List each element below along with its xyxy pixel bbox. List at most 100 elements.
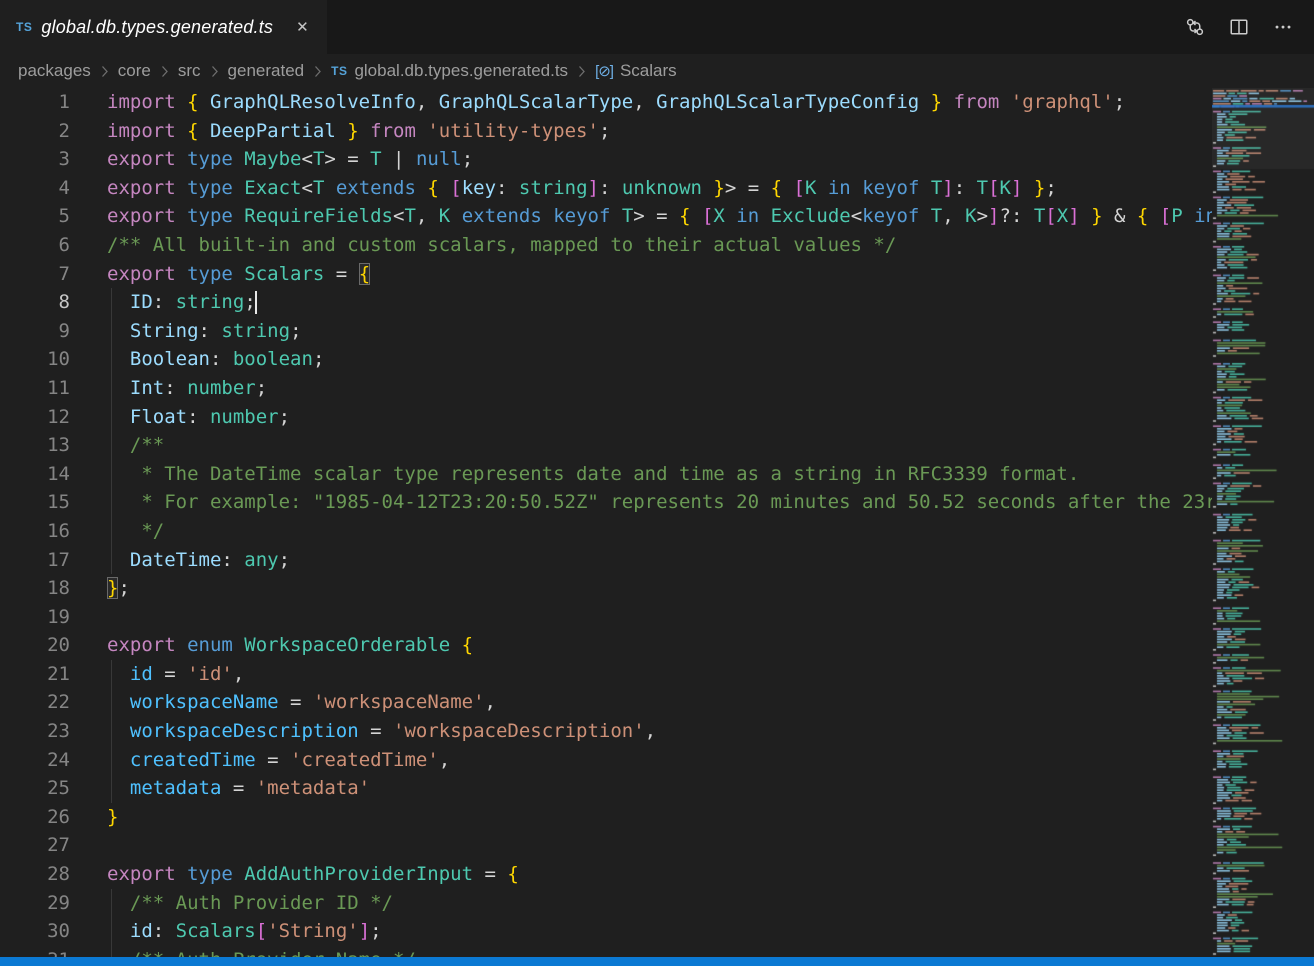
line-number[interactable]: 3 xyxy=(0,145,70,174)
tab-title: global.db.types.generated.ts xyxy=(41,17,273,38)
code-line[interactable] xyxy=(107,603,1212,632)
code-line[interactable]: import { GraphQLResolveInfo, GraphQLScal… xyxy=(107,88,1212,117)
breadcrumb-item-src[interactable]: src xyxy=(176,61,203,81)
code-line[interactable]: export type Scalars = { xyxy=(107,260,1212,289)
line-number[interactable]: 9 xyxy=(0,317,70,346)
code-line[interactable]: * For example: "1985-04-12T23:20:50.52Z"… xyxy=(107,488,1212,517)
editor-actions xyxy=(1180,0,1314,54)
code-line[interactable]: id = 'id', xyxy=(107,660,1212,689)
indent-guide xyxy=(111,460,112,489)
tab-global-db-types[interactable]: TS global.db.types.generated.ts ✕ xyxy=(0,0,327,54)
line-number[interactable]: 23 xyxy=(0,717,70,746)
line-number[interactable]: 26 xyxy=(0,803,70,832)
vscode-window: TS global.db.types.generated.ts ✕ xyxy=(0,0,1314,966)
typescript-file-icon: TS xyxy=(16,20,32,34)
line-number[interactable]: 24 xyxy=(0,746,70,775)
gutter: 1234567891011121314151617181920212223242… xyxy=(0,88,70,966)
line-number[interactable]: 29 xyxy=(0,889,70,918)
line-number[interactable]: 7 xyxy=(0,260,70,289)
code-line[interactable]: export type RequireFields<T, K extends k… xyxy=(107,202,1212,231)
breadcrumb-item-packages[interactable]: packages xyxy=(16,61,93,81)
breadcrumb-item-symbol[interactable]: [⊘] Scalars xyxy=(593,61,679,81)
close-tab-icon[interactable]: ✕ xyxy=(292,16,313,38)
indent-guide xyxy=(111,688,112,717)
line-number[interactable]: 21 xyxy=(0,660,70,689)
text-cursor xyxy=(255,291,257,314)
line-number[interactable]: 10 xyxy=(0,345,70,374)
line-number[interactable]: 22 xyxy=(0,688,70,717)
line-number[interactable]: 18 xyxy=(0,574,70,603)
code-line[interactable]: DateTime: any; xyxy=(107,546,1212,575)
minimap-canvas[interactable] xyxy=(1212,88,1314,957)
line-number[interactable]: 28 xyxy=(0,860,70,889)
code-line[interactable]: metadata = 'metadata' xyxy=(107,774,1212,803)
line-number[interactable]: 17 xyxy=(0,546,70,575)
line-number[interactable]: 8 xyxy=(0,288,70,317)
line-number[interactable]: 11 xyxy=(0,374,70,403)
code-editor[interactable]: 1234567891011121314151617181920212223242… xyxy=(0,88,1212,966)
code-line[interactable]: id: Scalars['String']; xyxy=(107,917,1212,946)
breadcrumb-item-core[interactable]: core xyxy=(116,61,153,81)
chevron-right-icon xyxy=(160,65,169,78)
chevron-right-icon xyxy=(577,65,586,78)
code-line[interactable]: Boolean: boolean; xyxy=(107,345,1212,374)
code-line[interactable]: Float: number; xyxy=(107,403,1212,432)
typescript-file-icon: TS xyxy=(331,64,347,78)
chevron-right-icon xyxy=(210,65,219,78)
breadcrumb: packages core src generated TS global.db… xyxy=(0,54,1314,88)
symbol-type-icon: [⊘] xyxy=(595,62,613,80)
line-number[interactable]: 14 xyxy=(0,460,70,489)
code-line[interactable]: }; xyxy=(107,574,1212,603)
breadcrumb-item-file[interactable]: TS global.db.types.generated.ts xyxy=(329,61,570,81)
code-line[interactable]: String: string; xyxy=(107,317,1212,346)
code-line[interactable] xyxy=(107,831,1212,860)
minimap[interactable] xyxy=(1212,88,1314,957)
chevron-right-icon xyxy=(100,65,109,78)
code-line[interactable]: createdTime = 'createdTime', xyxy=(107,746,1212,775)
code-line[interactable]: /** xyxy=(107,431,1212,460)
indent-guide xyxy=(111,403,112,432)
more-actions-icon[interactable] xyxy=(1268,12,1298,42)
code-line[interactable]: * The DateTime scalar type represents da… xyxy=(107,460,1212,489)
line-number[interactable]: 6 xyxy=(0,231,70,260)
code-line[interactable]: Int: number; xyxy=(107,374,1212,403)
code-line[interactable]: export type Exact<T extends { [key: stri… xyxy=(107,174,1212,203)
indent-guide xyxy=(111,717,112,746)
code-line[interactable]: export enum WorkspaceOrderable { xyxy=(107,631,1212,660)
line-number[interactable]: 15 xyxy=(0,488,70,517)
breadcrumb-item-generated[interactable]: generated xyxy=(226,61,307,81)
indent-guide xyxy=(111,917,112,946)
code-line[interactable]: export type Maybe<T> = T | null; xyxy=(107,145,1212,174)
code-line[interactable]: workspaceName = 'workspaceName', xyxy=(107,688,1212,717)
status-bar-strip xyxy=(0,957,1314,966)
line-number[interactable]: 19 xyxy=(0,603,70,632)
line-number[interactable]: 2 xyxy=(0,117,70,146)
open-changes-icon[interactable] xyxy=(1180,12,1210,42)
code-line[interactable]: export type AddAuthProviderInput = { xyxy=(107,860,1212,889)
line-number[interactable]: 1 xyxy=(0,88,70,117)
indent-guide xyxy=(111,288,112,317)
line-number[interactable]: 16 xyxy=(0,517,70,546)
indent-guide xyxy=(111,889,112,918)
code-line[interactable]: import { DeepPartial } from 'utility-typ… xyxy=(107,117,1212,146)
indent-guide xyxy=(111,746,112,775)
code-line[interactable]: /** Auth Provider ID */ xyxy=(107,889,1212,918)
line-number[interactable]: 20 xyxy=(0,631,70,660)
split-editor-icon[interactable] xyxy=(1224,12,1254,42)
line-number[interactable]: 4 xyxy=(0,174,70,203)
code-line[interactable]: } xyxy=(107,803,1212,832)
code-line[interactable]: workspaceDescription = 'workspaceDescrip… xyxy=(107,717,1212,746)
line-number[interactable]: 30 xyxy=(0,917,70,946)
indent-guide xyxy=(111,374,112,403)
line-number[interactable]: 12 xyxy=(0,403,70,432)
indent-guide xyxy=(111,431,112,460)
line-number[interactable]: 5 xyxy=(0,202,70,231)
line-number[interactable]: 27 xyxy=(0,831,70,860)
code-area[interactable]: import { GraphQLResolveInfo, GraphQLScal… xyxy=(107,88,1212,966)
code-line[interactable]: */ xyxy=(107,517,1212,546)
code-line[interactable]: ID: string; xyxy=(107,288,1212,317)
code-line[interactable]: /** All built-in and custom scalars, map… xyxy=(107,231,1212,260)
line-number[interactable]: 25 xyxy=(0,774,70,803)
breadcrumb-symbol-label: Scalars xyxy=(620,61,677,81)
line-number[interactable]: 13 xyxy=(0,431,70,460)
